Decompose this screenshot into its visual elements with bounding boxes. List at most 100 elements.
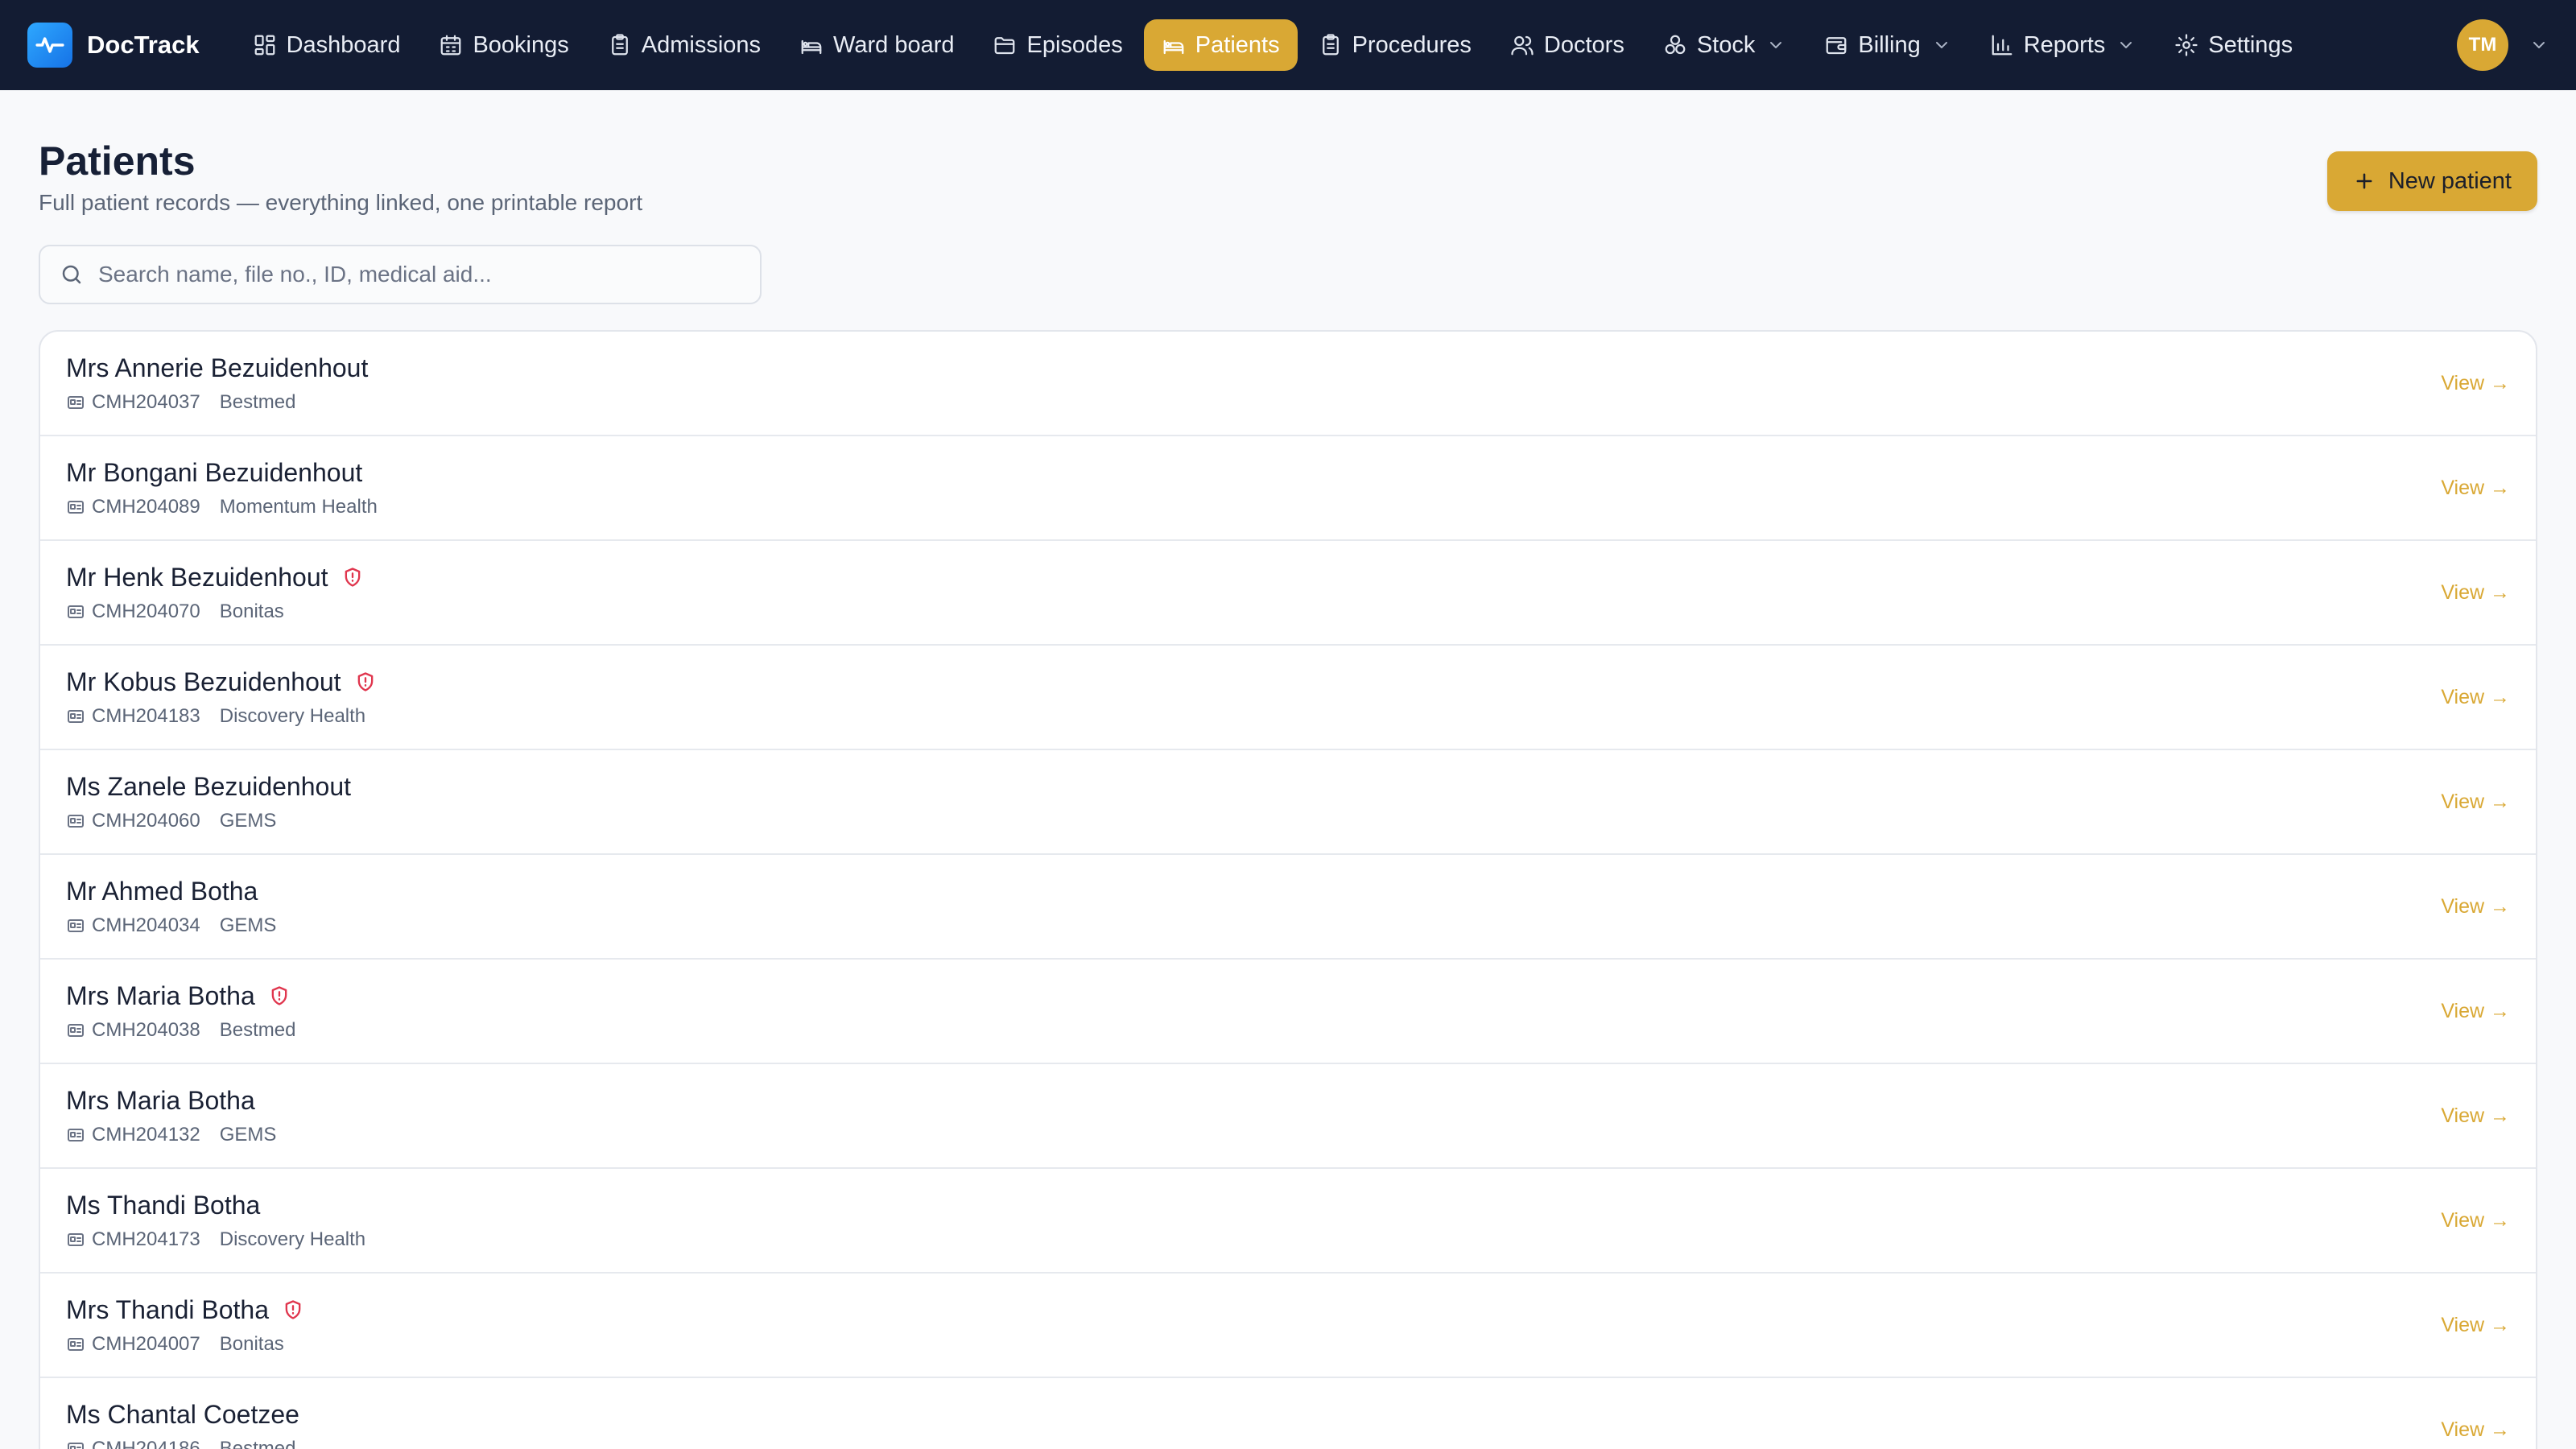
patient-name: Mr Henk Bezuidenhout [66, 562, 328, 592]
new-patient-button[interactable]: New patient [2326, 151, 2537, 211]
patient-meta: CMH204034 GEMS [66, 914, 276, 937]
shield-alert-icon [285, 1300, 301, 1319]
nav-item-ward-board[interactable]: Ward board [782, 19, 972, 71]
patient-row[interactable]: Ms Thandi Botha CMH204173 Discovery Health… [40, 1169, 2536, 1274]
chevron-down-icon [2120, 42, 2132, 48]
shield-alert-icon [345, 568, 360, 587]
patient-name: Mrs Maria Botha [66, 980, 255, 1010]
file-number: CMH204183 [92, 704, 200, 727]
nav-item-label: Settings [2208, 31, 2293, 58]
gear-icon [2175, 34, 2198, 56]
patient-name-line: Ms Chantal Coetzee [66, 1400, 299, 1430]
patient-row[interactable]: Mr Henk Bezuidenhout CMH204070 Bonitas View… [40, 541, 2536, 646]
nav-item-dashboard[interactable]: Dashboard [235, 19, 419, 71]
user-menu[interactable]: TM [2457, 19, 2549, 71]
patient-row[interactable]: Mrs Annerie Bezuidenhout CMH204037 Bestmed… [40, 332, 2536, 436]
view-patient-link[interactable]: View → [2441, 581, 2510, 605]
patient-info: Mr Kobus Bezuidenhout CMH204183 Discovery … [66, 667, 377, 728]
page-header: Patients Full patient records — everythi… [39, 129, 2537, 216]
view-patient-link[interactable]: View → [2441, 477, 2510, 500]
patient-name: Mr Bongani Bezuidenhout [66, 457, 363, 487]
medical-aid: Momentum Health [219, 495, 378, 518]
medical-aid: Bestmed [219, 1018, 296, 1041]
patient-name-line: Mr Kobus Bezuidenhout [66, 667, 377, 697]
nav-item-bookings[interactable]: Bookings [421, 19, 586, 71]
medical-aid: Bonitas [219, 1332, 284, 1355]
view-patient-link[interactable]: View → [2441, 1314, 2510, 1337]
patient-row[interactable]: Mrs Maria Botha CMH204038 Bestmed View → [40, 960, 2536, 1064]
patient-meta: CMH204186 Bestmed [66, 1438, 299, 1449]
patient-name: Mrs Thandi Botha [66, 1294, 269, 1324]
patient-meta: CMH204038 Bestmed [66, 1019, 295, 1042]
chevron-down-icon [1770, 42, 1782, 48]
view-patient-link[interactable]: View → [2441, 1000, 2510, 1023]
view-patient-link[interactable]: View → [2441, 1418, 2510, 1442]
patient-name: Mr Ahmed Botha [66, 876, 258, 906]
view-patient-link[interactable]: View → [2441, 372, 2510, 395]
clipboard-icon [611, 34, 628, 56]
grid-icon [254, 35, 275, 56]
view-patient-link[interactable]: View → [2441, 1209, 2510, 1232]
patient-row[interactable]: Mr Ahmed Botha CMH204034 GEMS View → [40, 855, 2536, 960]
file-number: CMH204034 [92, 914, 200, 936]
medical-aid: GEMS [219, 809, 277, 832]
shield-alert-icon [271, 986, 287, 1005]
bed-icon [801, 39, 822, 55]
nav-item-patients[interactable]: Patients [1143, 19, 1298, 71]
id-card-icon [68, 709, 84, 723]
avatar[interactable]: TM [2457, 19, 2508, 71]
patient-meta: CMH204007 Bonitas [66, 1333, 304, 1356]
wallet-icon [1826, 37, 1847, 55]
file-number: CMH204007 [92, 1332, 200, 1355]
id-card-icon [68, 395, 84, 409]
brand[interactable]: DocTrack [27, 23, 200, 68]
patient-row[interactable]: Ms Chantal Coetzee CMH204186 Bestmed View → [40, 1378, 2536, 1449]
file-number: CMH204060 [92, 809, 200, 832]
patient-row[interactable]: Mrs Maria Botha CMH204132 GEMS View → [40, 1064, 2536, 1169]
patient-name: Mr Kobus Bezuidenhout [66, 667, 341, 696]
nav-item-label: Admissions [641, 31, 762, 58]
bed-icon [1163, 39, 1184, 55]
nav-item-billing[interactable]: Billing [1806, 19, 1968, 71]
nav-item-admissions[interactable]: Admissions [590, 19, 778, 71]
patient-row[interactable]: Mr Kobus Bezuidenhout CMH204183 Discovery … [40, 646, 2536, 750]
plus-icon [2356, 173, 2372, 189]
patient-info: Mrs Maria Botha CMH204132 GEMS [66, 1086, 276, 1146]
view-patient-link[interactable]: View → [2441, 895, 2510, 919]
id-card-icon [68, 919, 84, 932]
boxes-icon [1665, 35, 1686, 55]
patient-name-line: Mrs Maria Botha [66, 981, 295, 1011]
pulse-icon [27, 23, 72, 68]
patient-meta: CMH204132 GEMS [66, 1124, 276, 1146]
nav-item-episodes[interactable]: Episodes [975, 19, 1140, 71]
search-box[interactable] [39, 245, 762, 304]
patient-row[interactable]: Mrs Thandi Botha CMH204007 Bonitas View → [40, 1274, 2536, 1378]
shield-alert-icon [357, 672, 373, 691]
search-input[interactable] [98, 262, 741, 287]
view-patient-link[interactable]: View → [2441, 791, 2510, 814]
patient-name: Mrs Annerie Bezuidenhout [66, 353, 369, 382]
nav-item-settings[interactable]: Settings [2157, 19, 2310, 71]
patient-meta: CMH204173 Discovery Health [66, 1228, 365, 1251]
patient-name-line: Mrs Annerie Bezuidenhout [66, 353, 368, 383]
patient-info: Mr Bongani Bezuidenhout CMH204089 Momentum… [66, 458, 378, 518]
patient-row[interactable]: Ms Zanele Bezuidenhout CMH204060 GEMS View … [40, 750, 2536, 855]
file-number: CMH204186 [92, 1437, 200, 1449]
nav-item-stock[interactable]: Stock [1645, 19, 1804, 71]
patient-info: Mrs Thandi Botha CMH204007 Bonitas [66, 1295, 304, 1356]
nav-item-label: Reports [2023, 31, 2106, 58]
nav-item-label: Procedures [1352, 31, 1472, 58]
patient-info: Mr Henk Bezuidenhout CMH204070 Bonitas [66, 563, 364, 623]
top-navbar: DocTrack Dashboard Bookings Admissions Ward… [0, 0, 2576, 90]
patient-name: Ms Chantal Coetzee [66, 1399, 299, 1429]
patient-name-line: Mrs Thandi Botha [66, 1295, 304, 1325]
medical-aid: Bestmed [219, 1437, 296, 1449]
patient-row[interactable]: Mr Bongani Bezuidenhout CMH204089 Momentum… [40, 436, 2536, 541]
medical-aid: GEMS [219, 914, 277, 936]
nav-item-doctors[interactable]: Doctors [1492, 19, 1642, 71]
view-patient-link[interactable]: View → [2441, 686, 2510, 709]
nav-item-procedures[interactable]: Procedures [1301, 19, 1489, 71]
patient-info: Mrs Annerie Bezuidenhout CMH204037 Bestmed [66, 353, 368, 414]
nav-item-reports[interactable]: Reports [1972, 19, 2154, 71]
view-patient-link[interactable]: View → [2441, 1104, 2510, 1128]
